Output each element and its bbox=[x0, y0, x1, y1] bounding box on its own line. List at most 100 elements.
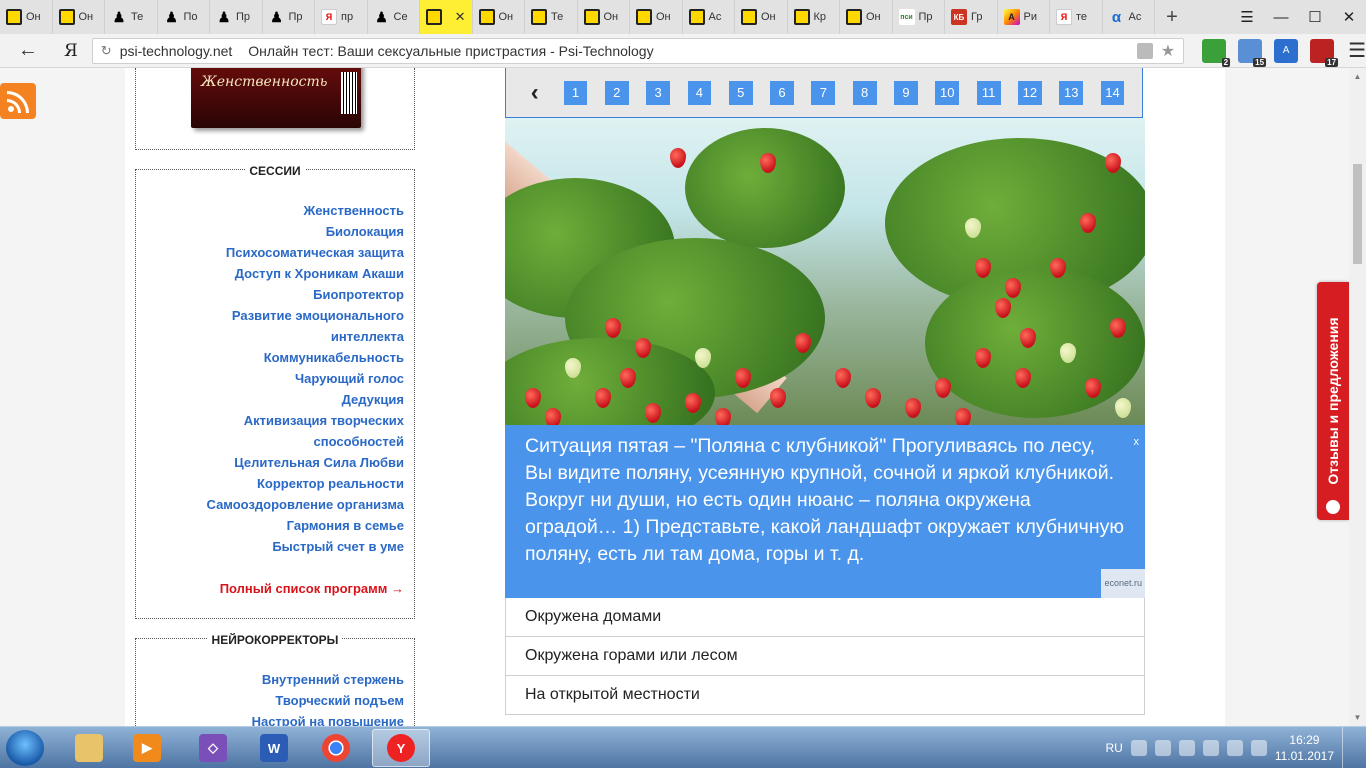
page-number-button[interactable]: 11 bbox=[976, 80, 1001, 105]
browser-tab[interactable]: пси Пр bbox=[893, 0, 945, 34]
tray-bluetooth-icon[interactable] bbox=[1226, 740, 1243, 756]
browser-tab[interactable]: A Ри bbox=[998, 0, 1050, 34]
ublock-icon[interactable]: 17 bbox=[1310, 38, 1339, 67]
tray-network-icon[interactable] bbox=[1154, 740, 1171, 756]
browser-tab[interactable]: Он bbox=[473, 0, 525, 34]
extension-icon[interactable]: 15 bbox=[1238, 38, 1267, 67]
scroll-down-icon[interactable]: ▼ bbox=[1349, 713, 1366, 722]
session-link[interactable]: Дедукция bbox=[207, 389, 404, 410]
browser-tab[interactable]: Кр bbox=[788, 0, 840, 34]
session-link[interactable]: Гармония в семье bbox=[207, 515, 404, 536]
url-domain[interactable]: psi-technology.net bbox=[120, 43, 233, 59]
url-page-title[interactable]: Онлайн тест: Ваши сексуальные пристрасти… bbox=[248, 43, 653, 59]
start-button[interactable] bbox=[6, 730, 44, 766]
visual-studio-icon[interactable]: ◇ bbox=[184, 729, 242, 767]
image-source[interactable]: econet.ru bbox=[1101, 569, 1145, 598]
neuro-link[interactable]: Настрой на повышение bbox=[252, 711, 404, 726]
full-program-list-link[interactable]: Полный список программ → bbox=[207, 578, 404, 599]
caption-close-button[interactable]: x bbox=[1134, 429, 1140, 456]
page-number-button[interactable]: 8 bbox=[852, 80, 877, 105]
browser-tab[interactable]: КБ Гр bbox=[945, 0, 998, 34]
browser-tab[interactable]: Он bbox=[53, 0, 105, 34]
reload-icon[interactable]: ↻ bbox=[101, 43, 112, 59]
tray-app-icon[interactable] bbox=[1130, 740, 1147, 756]
bookmark-star-icon[interactable]: ★ bbox=[1161, 41, 1175, 61]
session-link[interactable]: Быстрый счет в уме bbox=[207, 536, 404, 557]
prev-question-button[interactable]: ‹ bbox=[506, 79, 564, 107]
browser-tab[interactable]: Он bbox=[735, 0, 788, 34]
session-link[interactable]: Доступ к Хроникам Акаши bbox=[207, 263, 404, 284]
translate-icon[interactable]: A bbox=[1274, 38, 1299, 63]
browser-tab[interactable]: Ас bbox=[683, 0, 735, 34]
media-player-icon[interactable]: ▶ bbox=[118, 729, 176, 767]
session-link[interactable]: Психосоматическая защита bbox=[207, 242, 404, 263]
explorer-icon[interactable] bbox=[60, 729, 118, 767]
new-tab-button[interactable]: + bbox=[1155, 6, 1189, 29]
page-number-button[interactable]: 4 bbox=[687, 80, 712, 105]
tray-nvidia-icon[interactable] bbox=[1202, 740, 1219, 756]
session-link[interactable]: Целительная Сила Любви bbox=[207, 452, 404, 473]
browser-tab[interactable]: Те bbox=[525, 0, 578, 34]
session-link[interactable]: Женственность bbox=[207, 200, 404, 221]
book-cover-image[interactable]: Женственность bbox=[191, 68, 361, 128]
answer-option[interactable]: Окружена горами или лесом bbox=[505, 637, 1145, 676]
session-link[interactable]: Активизация творческих bbox=[207, 410, 404, 431]
browser-tab[interactable]: Он bbox=[578, 0, 630, 34]
session-link[interactable]: Чарующий голос bbox=[207, 368, 404, 389]
answer-option[interactable]: Окружена домами bbox=[505, 598, 1145, 637]
page-number-button[interactable]: 7 bbox=[811, 80, 836, 105]
session-link[interactable]: Коммуникабельность bbox=[207, 347, 404, 368]
menu-icon[interactable]: ☰ bbox=[1230, 0, 1264, 34]
browser-tab[interactable]: ♟ Те bbox=[105, 0, 158, 34]
browser-tab[interactable]: Он bbox=[0, 0, 53, 34]
answer-option[interactable]: На открытой местности bbox=[505, 676, 1145, 715]
scroll-thumb[interactable] bbox=[1353, 164, 1362, 264]
rss-icon[interactable] bbox=[0, 83, 36, 119]
lock-icon[interactable] bbox=[1136, 42, 1153, 59]
page-number-button[interactable]: 9 bbox=[894, 80, 918, 105]
page-number-button[interactable]: 10 bbox=[935, 80, 960, 105]
page-number-button[interactable]: 14 bbox=[1100, 80, 1125, 105]
browser-tab[interactable]: α Ас bbox=[1103, 0, 1155, 34]
browser-tab[interactable]: ♟ Пр bbox=[263, 0, 315, 34]
page-number-button[interactable]: 12 bbox=[1018, 80, 1042, 105]
browser-tab[interactable]: ♟ Пр bbox=[210, 0, 263, 34]
tray-signal-icon[interactable] bbox=[1250, 740, 1267, 756]
minimize-button[interactable]: — bbox=[1264, 0, 1298, 34]
adblock-shield-icon[interactable]: 2 bbox=[1202, 38, 1231, 67]
word-icon[interactable]: W bbox=[245, 729, 303, 767]
session-link[interactable]: Развитие эмоционального bbox=[207, 305, 404, 326]
scroll-up-icon[interactable]: ▲ bbox=[1349, 72, 1366, 81]
show-desktop-button[interactable] bbox=[1342, 727, 1356, 768]
browser-tab[interactable]: Япр bbox=[315, 0, 368, 34]
browser-tab[interactable]: Яте bbox=[1050, 0, 1103, 34]
language-indicator[interactable]: RU bbox=[1105, 741, 1122, 755]
browser-tab[interactable]: ✕ bbox=[420, 0, 473, 34]
neuro-link[interactable]: Внутренний стержень bbox=[252, 669, 404, 690]
session-link[interactable]: Самооздоровление организма bbox=[207, 494, 404, 515]
page-number-button[interactable]: 5 bbox=[728, 80, 753, 105]
page-number-button[interactable]: 3 bbox=[646, 80, 670, 105]
feedback-tab[interactable]: Отзывы и предложения bbox=[1317, 282, 1349, 520]
omnibox[interactable]: ↻ psi-technology.net Онлайн тест: Ваши с… bbox=[91, 37, 1185, 64]
page-number-button[interactable]: 6 bbox=[770, 80, 794, 105]
close-button[interactable]: ✕ bbox=[1332, 0, 1366, 34]
session-link[interactable]: Биопротектор bbox=[207, 284, 404, 305]
session-link[interactable]: способностей bbox=[207, 431, 405, 452]
chrome-icon[interactable] bbox=[307, 729, 365, 767]
scrollbar[interactable]: ▲ ▼ bbox=[1349, 68, 1366, 726]
browser-menu-icon[interactable]: ☰ bbox=[1348, 38, 1366, 63]
page-number-button[interactable]: 1 bbox=[563, 80, 588, 105]
session-link[interactable]: Биолокация bbox=[207, 221, 404, 242]
clock[interactable]: 16:29 11.01.2017 bbox=[1275, 732, 1334, 764]
yandex-logo[interactable]: Я bbox=[56, 41, 86, 61]
tray-volume-icon[interactable] bbox=[1178, 740, 1195, 756]
neuro-link[interactable]: Творческий подъем bbox=[252, 690, 404, 711]
page-number-button[interactable]: 13 bbox=[1059, 80, 1084, 105]
browser-tab[interactable]: ♟ По bbox=[158, 0, 210, 34]
page-number-button[interactable]: 2 bbox=[604, 80, 629, 105]
browser-tab[interactable]: Он bbox=[840, 0, 893, 34]
tab-close-icon[interactable]: ✕ bbox=[455, 9, 466, 25]
session-link[interactable]: Корректор реальности bbox=[207, 473, 404, 494]
maximize-button[interactable]: ☐ bbox=[1298, 0, 1332, 34]
